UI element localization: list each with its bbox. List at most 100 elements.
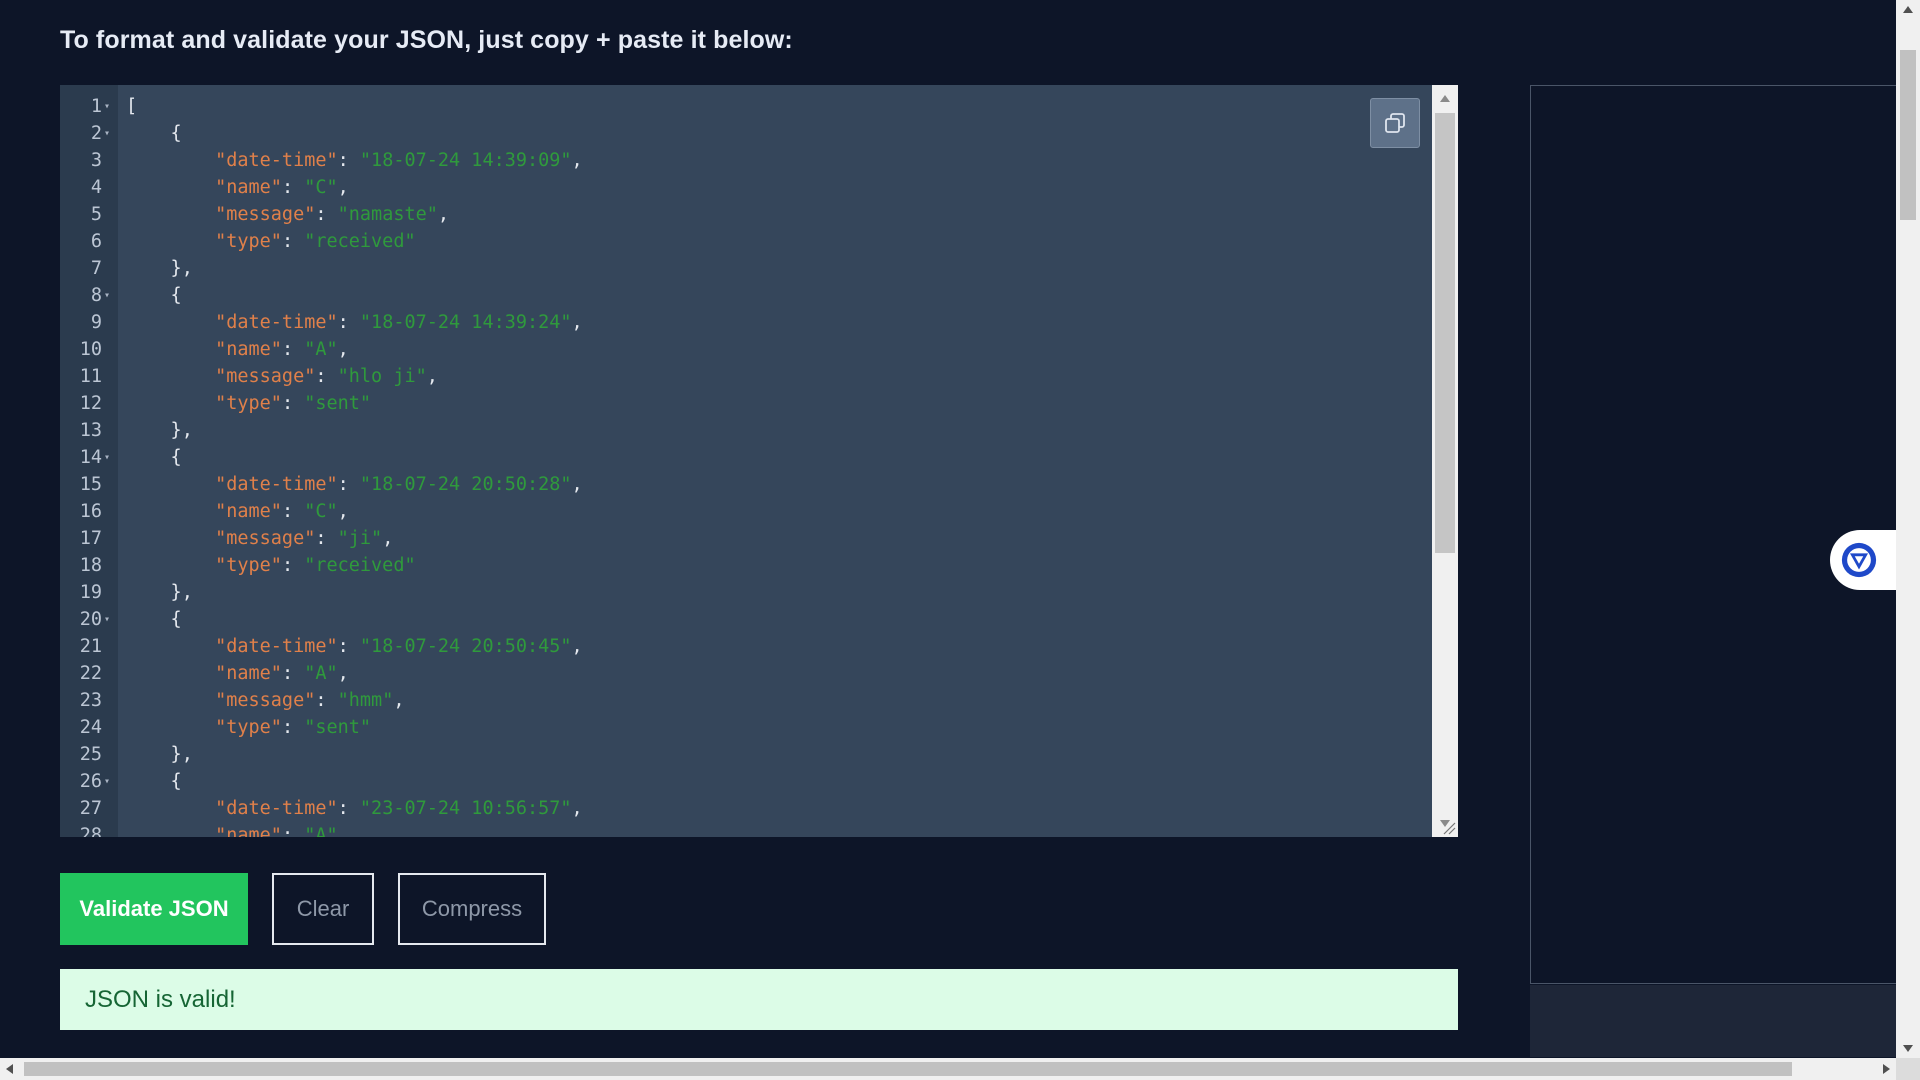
json-punctuation: [ — [126, 96, 138, 117]
code-line[interactable]: 19 }, — [60, 579, 1432, 606]
code-line[interactable]: 12 "type": "sent" — [60, 390, 1432, 417]
code-line[interactable]: 10 "name": "A", — [60, 336, 1432, 363]
code-line[interactable]: 27 "date-time": "23-07-24 10:56:57", — [60, 795, 1432, 822]
editor-scrollbar[interactable] — [1432, 85, 1458, 837]
code-line[interactable]: 26 ▾ { — [60, 768, 1432, 795]
line-number: 9 — [90, 312, 102, 333]
line-number: 25 — [79, 744, 102, 765]
line-number: 22 — [79, 663, 102, 684]
fold-toggle-icon[interactable]: ▾ — [104, 282, 110, 309]
code-line[interactable]: 20 ▾ { — [60, 606, 1432, 633]
page-scroll-down-icon[interactable] — [1903, 1045, 1913, 1052]
json-punctuation — [126, 204, 215, 225]
code-line[interactable]: 25 }, — [60, 741, 1432, 768]
code-line[interactable]: 22 "name": "A", — [60, 660, 1432, 687]
fold-toggle-icon[interactable]: ▾ — [104, 120, 110, 147]
code-line[interactable]: 21 "date-time": "18-07-24 20:50:45", — [60, 633, 1432, 660]
fold-toggle-icon[interactable]: ▾ — [104, 93, 110, 120]
json-key: "date-time" — [215, 474, 338, 495]
code-line[interactable]: 28 "name": "A", — [60, 822, 1432, 837]
page-scroll-right-icon[interactable] — [1883, 1064, 1890, 1074]
fold-toggle-icon[interactable]: ▾ — [104, 444, 110, 471]
page-scroll-up-icon[interactable] — [1903, 6, 1913, 13]
code-text: { — [126, 282, 182, 309]
json-punctuation — [126, 663, 215, 684]
code-line[interactable]: 13 }, — [60, 417, 1432, 444]
line-number: 21 — [79, 636, 102, 657]
copy-button[interactable] — [1370, 98, 1420, 148]
code-line[interactable]: 17 "message": "ji", — [60, 525, 1432, 552]
json-punctuation: , — [571, 312, 583, 333]
json-punctuation — [126, 501, 215, 522]
code-line[interactable]: 4 "name": "C", — [60, 174, 1432, 201]
code-line[interactable]: 5 "message": "namaste", — [60, 201, 1432, 228]
editor-scrollbar-thumb[interactable] — [1435, 113, 1455, 553]
code-line[interactable]: 16 "name": "C", — [60, 498, 1432, 525]
validate-json-button[interactable]: Validate JSON — [60, 873, 248, 945]
json-punctuation: : — [281, 663, 305, 684]
code-text: "type": "received" — [126, 228, 416, 255]
code-line[interactable]: 15 "date-time": "18-07-24 20:50:28", — [60, 471, 1432, 498]
line-number: 18 — [79, 555, 102, 576]
line-number: 1 — [90, 96, 102, 117]
code-text: }, — [126, 741, 193, 768]
json-punctuation: , — [337, 339, 349, 360]
page-heading: To format and validate your JSON, just c… — [60, 26, 793, 54]
json-punctuation — [126, 825, 215, 837]
code-line[interactable]: 3 "date-time": "18-07-24 14:39:09", — [60, 147, 1432, 174]
code-text: "date-time": "18-07-24 14:39:09", — [126, 147, 583, 174]
code-line[interactable]: 11 "message": "hlo ji", — [60, 363, 1432, 390]
scrollbar-corner — [1896, 1058, 1920, 1080]
code-line[interactable]: 18 "type": "received" — [60, 552, 1432, 579]
fold-toggle-icon[interactable]: ▾ — [104, 606, 110, 633]
code-line[interactable]: 24 "type": "sent" — [60, 714, 1432, 741]
json-key: "date-time" — [215, 798, 338, 819]
json-punctuation: : — [281, 825, 305, 837]
code-text: { — [126, 768, 182, 795]
json-punctuation: : — [315, 690, 338, 711]
line-number: 5 — [90, 204, 102, 225]
line-number: 4 — [90, 177, 102, 198]
code-line[interactable]: 2 ▾ { — [60, 120, 1432, 147]
fold-toggle-icon[interactable]: ▾ — [104, 768, 110, 795]
page-horizontal-scrollbar-thumb[interactable] — [24, 1062, 1792, 1076]
code-text: "message": "namaste", — [126, 201, 449, 228]
json-punctuation: : — [281, 393, 305, 414]
json-editor[interactable]: 1 ▾[2 ▾ {3 "date-time": "18-07-24 14:39:09… — [60, 85, 1458, 837]
clear-button[interactable]: Clear — [272, 873, 374, 945]
json-string: "18-07-24 14:39:24" — [359, 312, 572, 333]
code-text: "date-time": "18-07-24 20:50:28", — [126, 471, 583, 498]
code-line[interactable]: 9 "date-time": "18-07-24 14:39:24", — [60, 309, 1432, 336]
compress-button[interactable]: Compress — [398, 873, 546, 945]
code-line[interactable]: 14 ▾ { — [60, 444, 1432, 471]
code-lines[interactable]: 1 ▾[2 ▾ {3 "date-time": "18-07-24 14:39:09… — [60, 93, 1432, 837]
code-text: "date-time": "18-07-24 14:39:24", — [126, 309, 583, 336]
json-punctuation: : — [315, 366, 338, 387]
page-scroll-left-icon[interactable] — [6, 1064, 13, 1074]
code-line[interactable]: 23 "message": "hmm", — [60, 687, 1432, 714]
scroll-up-arrow-icon[interactable] — [1440, 95, 1450, 102]
json-punctuation: , — [382, 528, 394, 549]
json-punctuation: : — [337, 474, 360, 495]
json-string: "sent" — [304, 717, 372, 738]
page-horizontal-scrollbar[interactable] — [0, 1058, 1896, 1080]
json-punctuation: , — [337, 663, 349, 684]
page-vertical-scrollbar-thumb[interactable] — [1900, 50, 1916, 220]
json-punctuation: , — [337, 177, 349, 198]
floating-extension-button[interactable] — [1830, 530, 1896, 590]
page-vertical-scrollbar[interactable] — [1896, 0, 1920, 1058]
resize-grip-icon[interactable] — [1442, 821, 1456, 835]
json-punctuation — [126, 798, 215, 819]
json-string: "A" — [304, 339, 338, 360]
json-key: "name" — [215, 177, 282, 198]
code-line[interactable]: 7 }, — [60, 255, 1432, 282]
json-string: "18-07-24 20:50:45" — [359, 636, 572, 657]
code-line[interactable]: 1 ▾ [ — [60, 93, 1432, 120]
json-punctuation: : — [281, 177, 305, 198]
code-line[interactable]: 6 "type": "received" — [60, 228, 1432, 255]
json-punctuation — [126, 177, 215, 198]
json-punctuation: : — [337, 312, 360, 333]
json-punctuation: : — [315, 528, 338, 549]
code-line[interactable]: 8 ▾ { — [60, 282, 1432, 309]
json-punctuation: { — [126, 609, 182, 630]
